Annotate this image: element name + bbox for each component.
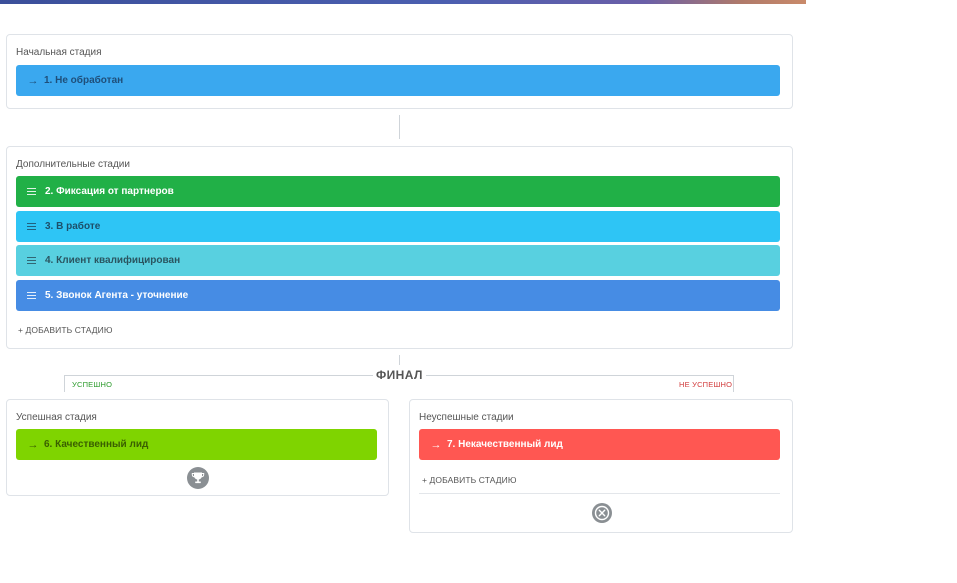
final-title: ФИНАЛ xyxy=(373,368,426,382)
stage-label: 7. Некачественный лид xyxy=(447,439,563,450)
trophy-icon xyxy=(187,467,209,489)
arrow-right-icon: → xyxy=(430,438,442,451)
stage-item-client-qualified[interactable]: 4. Клиент квалифицирован xyxy=(16,245,780,276)
stage-item-non-quality-lead[interactable]: → 7. Некачественный лид xyxy=(419,429,780,460)
stage-label: 1. Не обработан xyxy=(44,75,124,86)
drag-handle-icon[interactable] xyxy=(27,257,36,264)
fail-tag: НЕ УСПЕШНО xyxy=(679,380,733,389)
stage-item-quality-lead[interactable]: → 6. Качественный лид xyxy=(16,429,377,460)
success-tag: УСПЕШНО xyxy=(72,380,113,389)
final-left-tick xyxy=(64,375,65,392)
stage-label: 5. Звонок Агента - уточнение xyxy=(45,290,189,301)
additional-stages-title: Дополнительные стадии xyxy=(16,159,130,170)
final-right-tick xyxy=(733,375,734,392)
stage-item-partner-fixation[interactable]: 2. Фиксация от партнеров xyxy=(16,176,780,207)
drag-handle-icon[interactable] xyxy=(27,292,36,299)
add-fail-stage-button[interactable]: + ДОБАВИТЬ СТАДИЮ xyxy=(422,475,517,485)
initial-stage-title: Начальная стадия xyxy=(16,47,102,58)
stage-item-agent-call[interactable]: 5. Звонок Агента - уточнение xyxy=(16,280,780,311)
drag-handle-icon[interactable] xyxy=(27,223,36,230)
connector-line-final xyxy=(399,355,400,365)
stage-item-not-processed[interactable]: → 1. Не обработан xyxy=(16,65,780,96)
stage-label: 6. Качественный лид xyxy=(44,439,149,450)
fail-stages-panel: Неуспешные стадии → 7. Некачественный ли… xyxy=(409,399,793,533)
arrow-right-icon: → xyxy=(27,438,39,451)
stage-label: 2. Фиксация от партнеров xyxy=(45,186,174,197)
close-circle-icon xyxy=(591,502,613,524)
add-stage-button[interactable]: + ДОБАВИТЬ СТАДИЮ xyxy=(18,325,113,335)
arrow-right-icon: → xyxy=(27,74,39,87)
fail-stages-title: Неуспешные стадии xyxy=(419,412,514,423)
initial-stage-panel: Начальная стадия → 1. Не обработан xyxy=(6,34,793,109)
stage-item-in-progress[interactable]: 3. В работе xyxy=(16,211,780,242)
drag-handle-icon[interactable] xyxy=(27,188,36,195)
additional-stages-panel: Дополнительные стадии 2. Фиксация от пар… xyxy=(6,146,793,349)
stage-label: 4. Клиент квалифицирован xyxy=(45,255,181,266)
header-banner-strip xyxy=(0,0,806,4)
stage-label: 3. В работе xyxy=(45,221,101,232)
success-stage-title: Успешная стадия xyxy=(16,412,97,423)
success-stage-panel: Успешная стадия → 6. Качественный лид xyxy=(6,399,389,496)
connector-line xyxy=(399,115,400,139)
fail-divider xyxy=(419,493,780,494)
